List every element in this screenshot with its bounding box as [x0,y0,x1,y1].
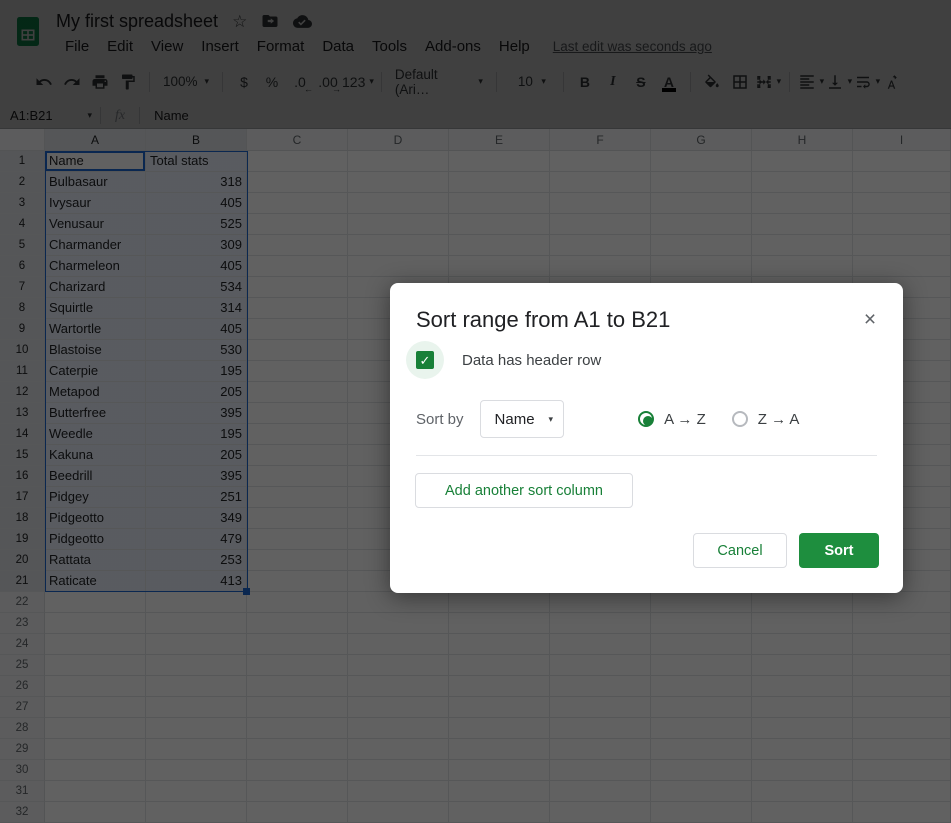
sort-column-value: Name [494,410,535,428]
sort-column-select[interactable]: Name ▾ [479,400,565,438]
radio-z-to-a[interactable]: Z → A [731,410,800,428]
dialog-footer: Cancel Sort [693,533,879,568]
dialog-divider [416,455,877,456]
sheets-app: My first spreadsheet ☆ FileEditViewInser… [0,0,951,823]
header-row-checkbox[interactable]: ✓ [416,351,434,369]
close-button[interactable]: × [855,305,885,335]
sort-by-row: Sort by Name ▾ A → Z Z → A [416,398,799,440]
radio-z-to-a-label: Z → A [757,410,800,428]
sort-order-radios: A → Z Z → A [638,411,799,428]
radio-unselected-icon [731,411,748,427]
radio-selected-icon [638,411,655,427]
header-row-checkbox-row[interactable]: ✓ Data has header row [406,340,601,380]
sort-by-label: Sort by [416,410,464,428]
radio-a-to-z[interactable]: A → Z [638,411,706,428]
checkmark-icon: ✓ [419,352,431,368]
radio-a-to-z-label: A → Z [664,410,706,428]
sort-button[interactable]: Sort [799,533,879,568]
header-row-checkbox-label: Data has header row [462,351,602,369]
chevron-down-icon: ▾ [548,413,554,424]
add-sort-column-button[interactable]: Add another sort column [415,473,633,508]
checkbox-halo: ✓ [406,341,444,379]
cancel-button[interactable]: Cancel [693,533,787,568]
close-icon: × [863,308,877,331]
sort-range-dialog: Sort range from A1 to B21 × ✓ Data has h… [390,283,903,593]
dialog-title: Sort range from A1 to B21 [416,307,671,332]
